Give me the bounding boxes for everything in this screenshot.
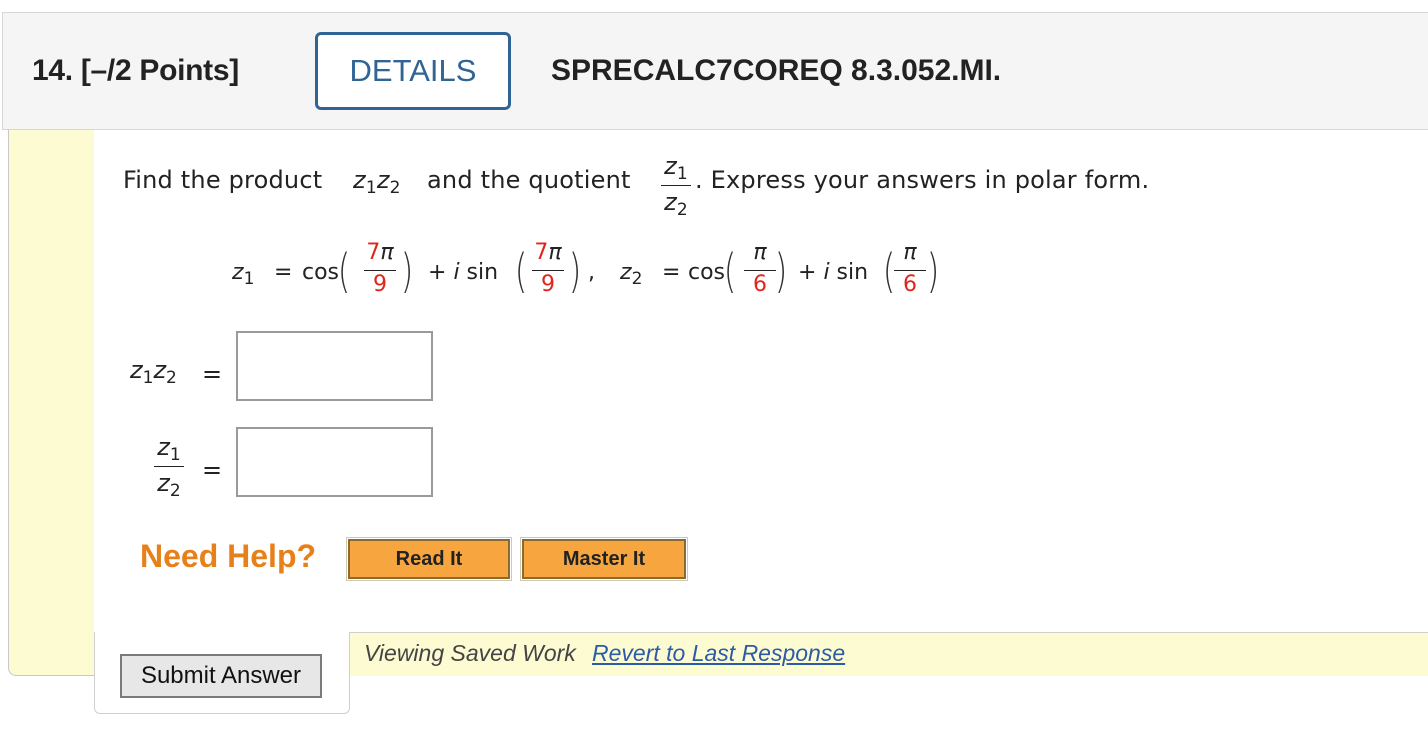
master-it-button[interactable]: Master It — [520, 537, 688, 581]
prompt-text-2: and the quotient — [427, 166, 631, 194]
prompt-quotient-num: z1 — [664, 152, 688, 184]
prompt-product-expr: z1z2 — [353, 166, 401, 198]
points-text: [–/2 Points] — [80, 54, 239, 87]
read-it-button[interactable]: Read It — [346, 537, 512, 581]
prompt-text-1: Find the product — [123, 166, 323, 194]
equals-sign: = — [274, 260, 293, 285]
quotient-answer-input[interactable] — [236, 427, 433, 497]
plus-i-sin-text: + i sin — [428, 260, 499, 285]
viewing-saved-text: Viewing Saved Work — [364, 640, 576, 666]
details-button[interactable]: DETAILS — [315, 32, 511, 110]
z2-label: z2 — [620, 260, 643, 289]
quotient-equals: = — [202, 456, 223, 484]
given-equation: z1 = cos ( 7π 9 ) + i sin ( 7π 9 ) , z2 … — [232, 240, 940, 298]
prompt-quotient-den: z2 — [664, 188, 688, 220]
question-number-text: 14. — [32, 54, 73, 87]
revert-link[interactable]: Revert to Last Response — [592, 640, 845, 667]
z1-label: z1 — [232, 260, 255, 289]
question-id: SPRECALC7COREQ 8.3.052.MI. — [551, 54, 1002, 87]
question-number: 14. [–/2 Points] — [32, 54, 239, 88]
need-help-label: Need Help? — [140, 538, 317, 574]
prompt-text-3: . Express your answers in polar form. — [695, 166, 1150, 194]
product-label: z1z2 — [130, 356, 177, 388]
cos-text: cos — [302, 260, 340, 285]
product-equals: = — [202, 360, 223, 388]
product-answer-input[interactable] — [236, 331, 433, 401]
submit-answer-button[interactable]: Submit Answer — [120, 654, 322, 698]
